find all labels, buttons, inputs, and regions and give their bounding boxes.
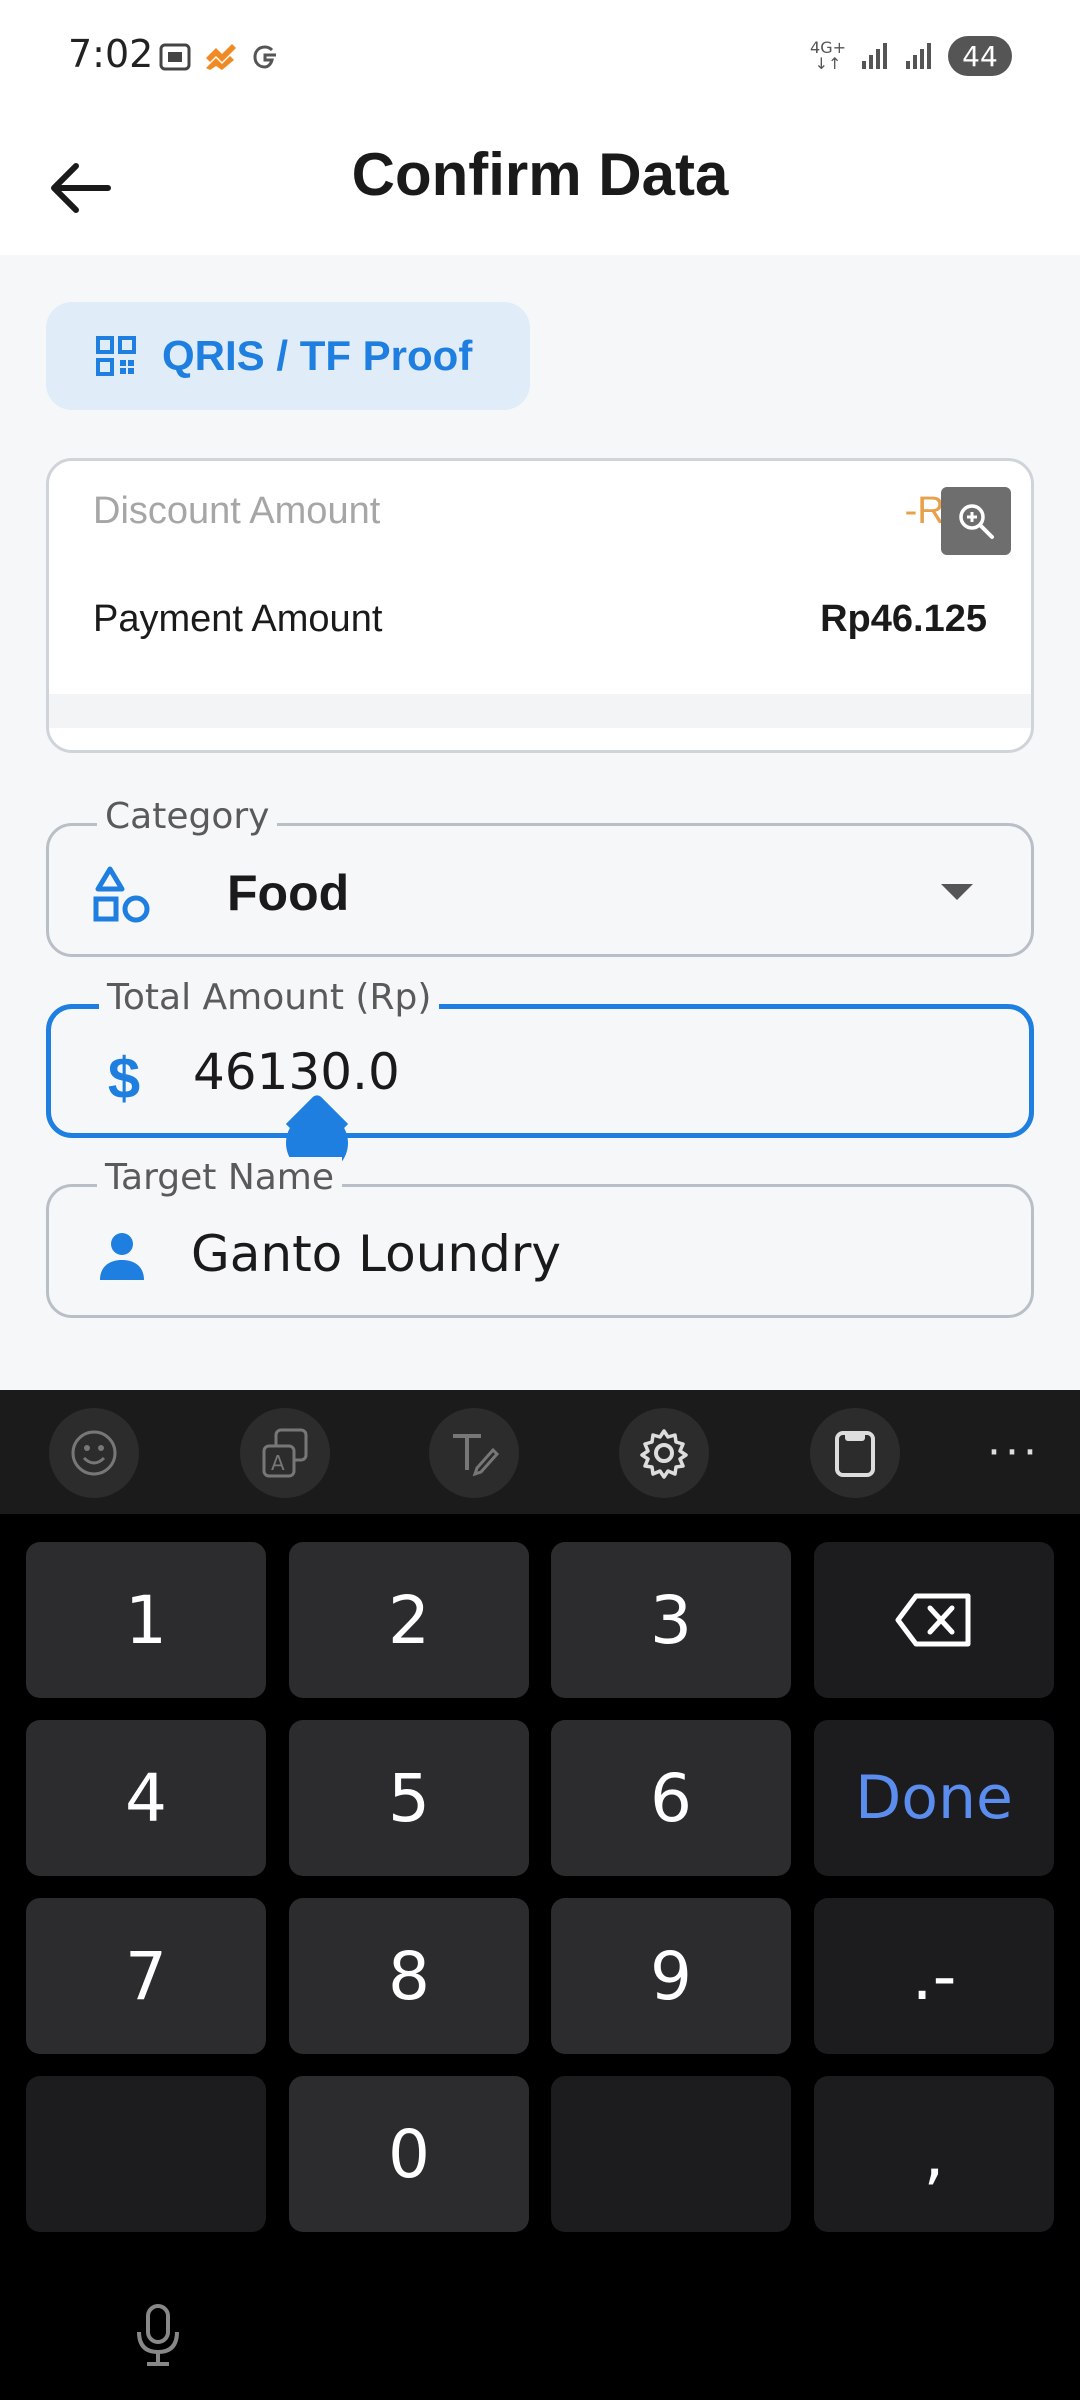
- clipboard-button[interactable]: [810, 1408, 900, 1498]
- emoji-icon: [71, 1430, 117, 1476]
- screenshot-icon: [159, 43, 191, 71]
- page-title: Confirm Data: [351, 141, 729, 208]
- google-icon: [253, 45, 276, 69]
- key-4[interactable]: 4: [26, 1720, 266, 1876]
- dot-dash-key[interactable]: .-: [814, 1898, 1054, 2054]
- app-bar: Confirm Data: [0, 120, 1080, 255]
- card-divider: [49, 694, 1031, 728]
- keyboard-toolbar: A ···: [0, 1390, 1080, 1514]
- total-amount-label: Total Amount (Rp): [99, 977, 440, 1018]
- target-name-field[interactable]: Target Name Ganto Loundry: [46, 1157, 1034, 1318]
- signal-icon: [862, 43, 887, 69]
- payment-value: Rp46.125: [820, 597, 987, 640]
- payment-row: Payment Amount Rp46.125: [93, 591, 987, 647]
- key-1[interactable]: 1: [26, 1542, 266, 1698]
- category-value: Food: [227, 865, 350, 921]
- key-7[interactable]: 7: [26, 1898, 266, 2054]
- svg-text:A: A: [271, 1451, 285, 1475]
- comma-key[interactable]: ,: [814, 2076, 1054, 2232]
- backspace-key[interactable]: [814, 1542, 1054, 1698]
- zoom-button[interactable]: [941, 487, 1011, 555]
- target-name-label: Target Name: [97, 1157, 343, 1198]
- back-arrow-icon: [51, 163, 111, 213]
- translate-button[interactable]: A: [240, 1408, 330, 1498]
- handwriting-button[interactable]: [429, 1408, 519, 1498]
- backspace-icon: [895, 1593, 971, 1647]
- back-button[interactable]: [40, 148, 120, 228]
- category-label: Category: [97, 796, 278, 837]
- handwriting-icon: [453, 1434, 500, 1477]
- more-icon[interactable]: ···: [986, 1426, 1040, 1474]
- key-3[interactable]: 3: [551, 1542, 791, 1698]
- status-bar: 7:02 4G+ ↓↑ 44: [0, 0, 1080, 120]
- gear-icon: [640, 1429, 688, 1479]
- total-amount-field[interactable]: Total Amount (Rp) $ 46130.0: [46, 977, 1034, 1138]
- voice-input-button[interactable]: [128, 2295, 188, 2375]
- signal-icon: [906, 43, 931, 69]
- discount-row: Discount Amount -Rp5: [93, 483, 987, 539]
- qris-proof-button[interactable]: QRIS / TF Proof: [46, 302, 530, 410]
- payment-summary-card: Discount Amount -Rp5 Payment Amount Rp46…: [46, 458, 1034, 753]
- dollar-icon: $: [107, 1045, 141, 1111]
- key-5[interactable]: 5: [289, 1720, 529, 1876]
- total-amount-input[interactable]: 46130.0: [193, 1043, 400, 1101]
- empty-key-left: [26, 2076, 266, 2232]
- payment-label: Payment Amount: [93, 597, 383, 640]
- empty-key-right: [551, 2076, 791, 2232]
- status-time: 7:02: [68, 32, 154, 76]
- qris-proof-label: QRIS / TF Proof: [162, 332, 473, 379]
- emoji-button[interactable]: [49, 1408, 139, 1498]
- zoom-in-icon: [959, 504, 994, 539]
- key-0[interactable]: 0: [289, 2076, 529, 2232]
- microphone-icon: [137, 2304, 179, 2366]
- person-icon: [87, 1221, 157, 1291]
- notification-icons: [158, 40, 282, 74]
- translate-icon: A: [262, 1428, 308, 1478]
- clipboard-icon: [835, 1431, 875, 1477]
- status-right: 4G+ ↓↑ 44: [810, 36, 1012, 76]
- settings-button[interactable]: [619, 1408, 709, 1498]
- shapes-icon: [87, 860, 157, 930]
- network-type: 4G+ ↓↑: [810, 38, 846, 73]
- discount-label: Discount Amount: [93, 489, 381, 532]
- target-name-input[interactable]: Ganto Loundry: [191, 1225, 561, 1283]
- category-dropdown[interactable]: Category Food: [46, 796, 1034, 957]
- app-logo-icon: [206, 44, 236, 70]
- done-key[interactable]: Done: [814, 1720, 1054, 1876]
- numeric-keyboard: A ··· 1 2 3 4 5 6 Done 7 8 9 .- 0 ,: [0, 1390, 1080, 2400]
- dropdown-arrow-icon: [941, 884, 973, 900]
- battery-indicator: 44: [948, 36, 1012, 76]
- key-6[interactable]: 6: [551, 1720, 791, 1876]
- key-9[interactable]: 9: [551, 1898, 791, 2054]
- qr-code-icon: [96, 336, 136, 376]
- key-2[interactable]: 2: [289, 1542, 529, 1698]
- key-8[interactable]: 8: [289, 1898, 529, 2054]
